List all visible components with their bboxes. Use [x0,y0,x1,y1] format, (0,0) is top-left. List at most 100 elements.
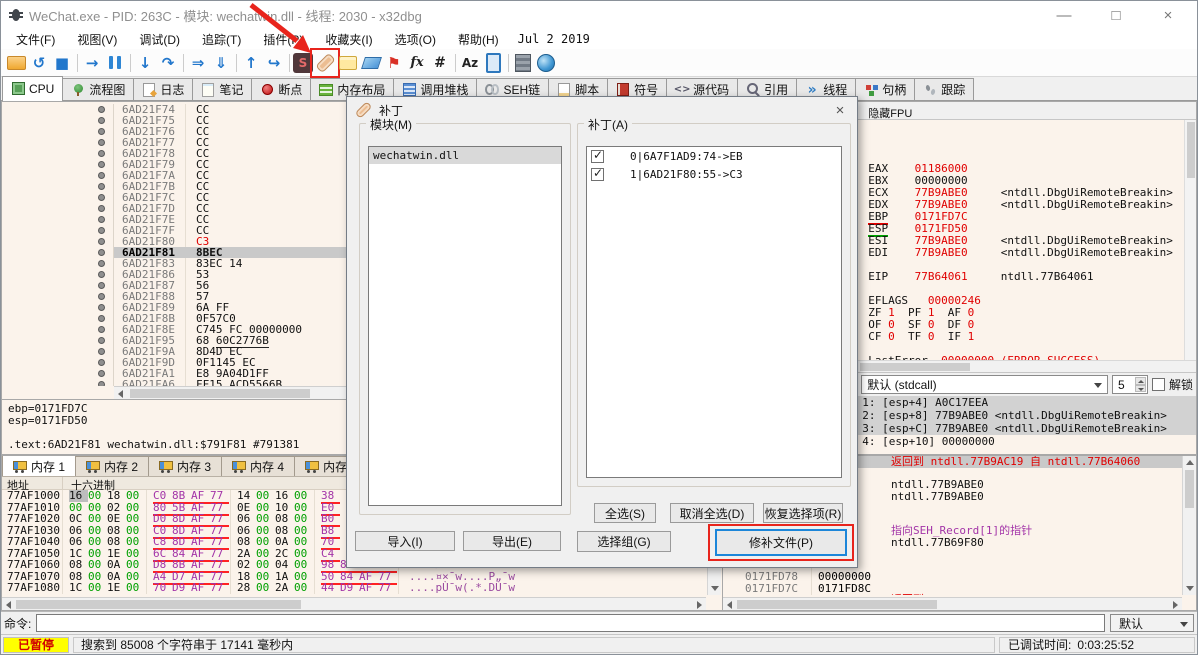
breakpoint-gutter[interactable] [2,214,114,225]
tab-跟踪[interactable]: 跟踪 [914,78,975,100]
breakpoint-dot-icon[interactable] [98,183,105,190]
menu-item[interactable]: 帮助(H) [447,30,510,49]
breakpoint-dot-icon[interactable] [98,348,105,355]
breakpoint-gutter[interactable] [2,236,114,247]
breakpoint-dot-icon[interactable] [98,216,105,223]
scroll-right-icon[interactable] [697,601,702,609]
breakpoint-gutter[interactable] [2,203,114,214]
export-button[interactable]: 导出(E) [463,531,561,551]
tab-流程图[interactable]: 流程图 [62,78,135,100]
run-icon[interactable]: → [81,52,103,74]
restart-icon[interactable]: ↺ [28,52,50,74]
scroll-up-icon[interactable] [1186,460,1194,465]
stack-hscrollbar[interactable] [723,597,1182,610]
breakpoint-gutter[interactable] [2,159,114,170]
breakpoint-gutter[interactable] [2,192,114,203]
breakpoint-dot-icon[interactable] [98,227,105,234]
breakpoint-dot-icon[interactable] [98,293,105,300]
breakpoint-gutter[interactable] [2,302,114,313]
unlock-checkbox[interactable] [1151,378,1165,391]
tab-句柄[interactable]: 句柄 [855,78,916,100]
breakpoint-gutter[interactable] [2,324,114,335]
breakpoint-dot-icon[interactable] [98,172,105,179]
patch-icon[interactable] [310,47,340,78]
command-input[interactable] [36,614,1105,632]
breakpoint-dot-icon[interactable] [98,194,105,201]
command-profile-select[interactable]: 默认 [1110,614,1194,632]
stack-vscrollbar[interactable] [1182,456,1196,595]
breakpoint-gutter[interactable] [2,104,114,115]
breakpoint-dot-icon[interactable] [98,249,105,256]
dump-hscrollbar[interactable] [2,597,706,610]
menu-item[interactable]: 选项(O) [384,30,447,49]
tab-笔记[interactable]: 笔记 [192,78,253,100]
calling-convention-select[interactable]: 默认 (stdcall) [861,375,1108,394]
dump-tab-2[interactable]: 内存 2 [75,456,150,476]
breakpoint-gutter[interactable] [2,313,114,324]
menu-item[interactable]: 视图(V) [66,30,128,49]
breakpoint-dot-icon[interactable] [98,304,105,311]
menu-item[interactable]: 插件(P) [252,30,314,49]
tab-CPU[interactable]: CPU [2,76,64,101]
register-line[interactable]: EIP 77B64061 ntdll.77B64061 [868,271,1196,283]
breakpoint-gutter[interactable] [2,269,114,280]
breakpoint-gutter[interactable] [2,335,114,346]
breakpoint-gutter[interactable] [2,280,114,291]
breakpoint-dot-icon[interactable] [98,315,105,322]
menu-item[interactable]: 调试(D) [128,30,191,49]
scroll-left-icon[interactable] [118,390,123,398]
animate-into-icon[interactable]: ⇓ [210,52,232,74]
import-button[interactable]: 导入(I) [355,531,455,551]
breakpoint-dot-icon[interactable] [98,128,105,135]
restore-selection-button[interactable]: 恢复选择项(R) [763,503,843,523]
select-all-button[interactable]: 全选(S) [594,503,656,523]
pause-icon[interactable] [104,52,126,74]
breakpoint-gutter[interactable] [2,258,114,269]
breakpoint-dot-icon[interactable] [98,150,105,157]
calculator-icon[interactable] [512,52,534,74]
breakpoint-dot-icon[interactable] [98,271,105,278]
step-into-icon[interactable]: ↓ [134,52,156,74]
patch-checkbox[interactable] [591,149,604,163]
breakpoint-gutter[interactable] [2,126,114,137]
register-line[interactable]: CF 0 TF 0 IF 1 [868,331,1196,343]
breakpoint-dot-icon[interactable] [98,238,105,245]
run-to-user-code-icon[interactable]: ↪ [263,52,285,74]
breakpoint-gutter[interactable] [2,170,114,181]
breakpoint-dot-icon[interactable] [98,205,105,212]
argument-row[interactable]: 1: [esp+4] A0C17EEA [858,396,1196,409]
minimize-button[interactable]: — [1055,6,1073,24]
comment-icon[interactable] [337,52,359,74]
scroll-down-icon[interactable] [711,586,719,591]
patch-list[interactable]: 0|6A7F1AD9:74->EB 1|6AD21F80:55->C3 [586,146,842,478]
breakpoint-dot-icon[interactable] [98,106,105,113]
patch-list-item[interactable]: 1|6AD21F80:55->C3 [587,165,841,183]
hide-fpu-tab[interactable]: 隐藏FPU [858,102,1196,120]
breakpoint-dot-icon[interactable] [98,326,105,333]
dump-tab-3[interactable]: 内存 3 [148,456,223,476]
breakpoint-dot-icon[interactable] [98,117,105,124]
scylla-icon[interactable]: S [293,52,313,73]
breakpoint-gutter[interactable] [2,346,114,357]
run-to-cursor-icon[interactable]: ⇒ [187,52,209,74]
modules-icon[interactable] [482,52,504,74]
label-icon[interactable] [360,52,382,74]
scroll-thumb[interactable] [130,389,310,398]
breakpoint-gutter[interactable] [2,181,114,192]
breakpoint-dot-icon[interactable] [98,337,105,344]
registers-vscrollbar[interactable] [1184,120,1196,360]
menu-item[interactable]: 收藏夹(I) [314,30,383,49]
stack-row[interactable]: 0171FD78 00000000 [723,571,1182,583]
breakpoint-dot-icon[interactable] [98,370,105,377]
argument-row[interactable]: 2: [esp+8] 77B9ABE0 <ntdll.DbgUiRemoteBr… [858,409,1196,422]
hash-icon[interactable]: # [429,52,451,74]
scroll-right-icon[interactable] [1173,601,1178,609]
execute-till-return-icon[interactable]: ↑ [240,52,262,74]
dump-tab-4[interactable]: 内存 4 [221,456,296,476]
dump-row[interactable]: 77AF1080 1C 00 1E 00 70 D9 AF 77 28 00 2A 00 44 D9 AF 77… [2,581,722,594]
breakpoint-dot-icon[interactable] [98,381,105,386]
dump-tab-1[interactable]: 内存 1 [2,456,77,476]
breakpoint-gutter[interactable] [2,379,114,386]
terminate-icon[interactable]: ■ [51,52,73,74]
arg-count-spinner[interactable]: 5 [1111,375,1148,394]
